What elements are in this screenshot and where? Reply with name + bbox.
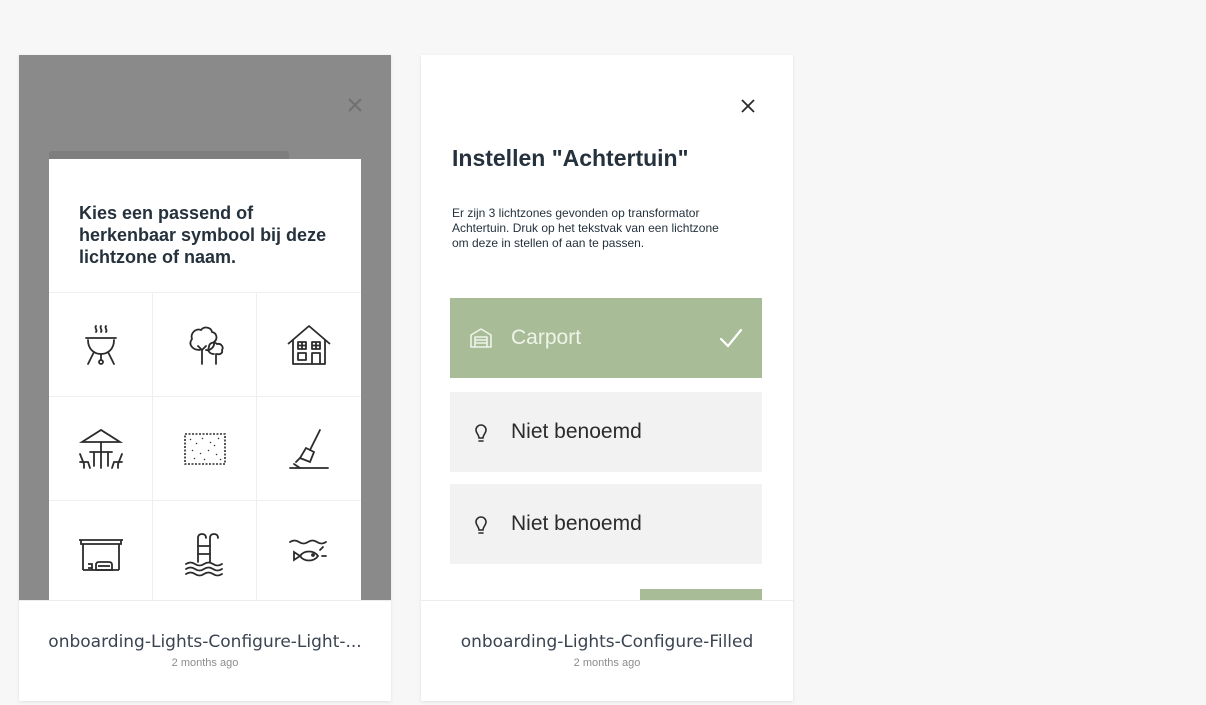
card-footer: onboarding-Lights-Configure-Light-... 2 …: [19, 600, 391, 701]
symbol-picker-modal: Kies een passend of herkenbaar symbool b…: [49, 159, 361, 600]
light-zone-carport[interactable]: Carport: [450, 298, 762, 378]
garage-icon: [470, 328, 492, 348]
lawn-icon: [183, 432, 226, 465]
card-preview[interactable]: Instellen "Achtertuin" Er zijn 3 lichtzo…: [421, 55, 793, 600]
screen-card-configure-light[interactable]: Kies een passend of herkenbaar symbool b…: [19, 55, 391, 701]
symbol-option-patio[interactable]: [49, 396, 153, 500]
card-title[interactable]: onboarding-Lights-Configure-Filled: [421, 632, 793, 652]
symbol-option-house[interactable]: [257, 292, 361, 396]
symbol-option-lawn[interactable]: [153, 396, 257, 500]
symbol-option-barbecue[interactable]: [49, 292, 153, 396]
pond-fish-icon: [289, 539, 327, 562]
card-timestamp: 2 months ago: [171, 657, 239, 669]
screen-card-configure-filled[interactable]: Instellen "Achtertuin" Er zijn 3 lichtzo…: [421, 55, 793, 701]
symbol-option-pool[interactable]: [153, 500, 257, 600]
screen-description: Er zijn 3 lichtzones gevonden op transfo…: [452, 206, 719, 250]
screen-title: Instellen "Achtertuin": [452, 145, 689, 171]
lightbulb-icon: [475, 424, 487, 442]
symbol-option-pond[interactable]: [257, 500, 361, 600]
light-zone-unnamed[interactable]: Niet benoemd: [450, 484, 762, 564]
light-zone-unnamed[interactable]: Niet benoemd: [450, 392, 762, 472]
barbecue-icon: [84, 324, 117, 365]
lightbulb-icon: [475, 516, 487, 534]
symbol-option-trees[interactable]: [153, 292, 257, 396]
house-icon: [287, 324, 331, 365]
zone-label: Carport: [511, 326, 582, 349]
symbol-option-carport[interactable]: [49, 500, 153, 600]
next-button[interactable]: [640, 589, 762, 600]
symbol-grid: [49, 292, 361, 600]
close-icon: [348, 98, 362, 112]
trees-icon: [189, 326, 224, 365]
card-timestamp: 2 months ago: [573, 657, 641, 669]
card-preview[interactable]: Kies een passend of herkenbaar symbool b…: [19, 55, 391, 600]
symbol-option-spade[interactable]: [257, 396, 361, 500]
card-footer: onboarding-Lights-Configure-Filled 2 mon…: [421, 600, 793, 701]
pool-ladder-icon: [184, 532, 223, 576]
close-icon[interactable]: [740, 98, 756, 114]
zone-label: Niet benoemd: [511, 512, 642, 535]
checkmark-icon: [719, 328, 743, 348]
garden-spade-icon: [289, 428, 329, 469]
patio-table-icon: [78, 428, 123, 469]
card-title[interactable]: onboarding-Lights-Configure-Light-...: [19, 632, 391, 652]
zone-label: Niet benoemd: [511, 420, 642, 443]
carport-icon: [78, 538, 123, 571]
modal-title: Kies een passend of herkenbaar symbool b…: [79, 203, 327, 267]
